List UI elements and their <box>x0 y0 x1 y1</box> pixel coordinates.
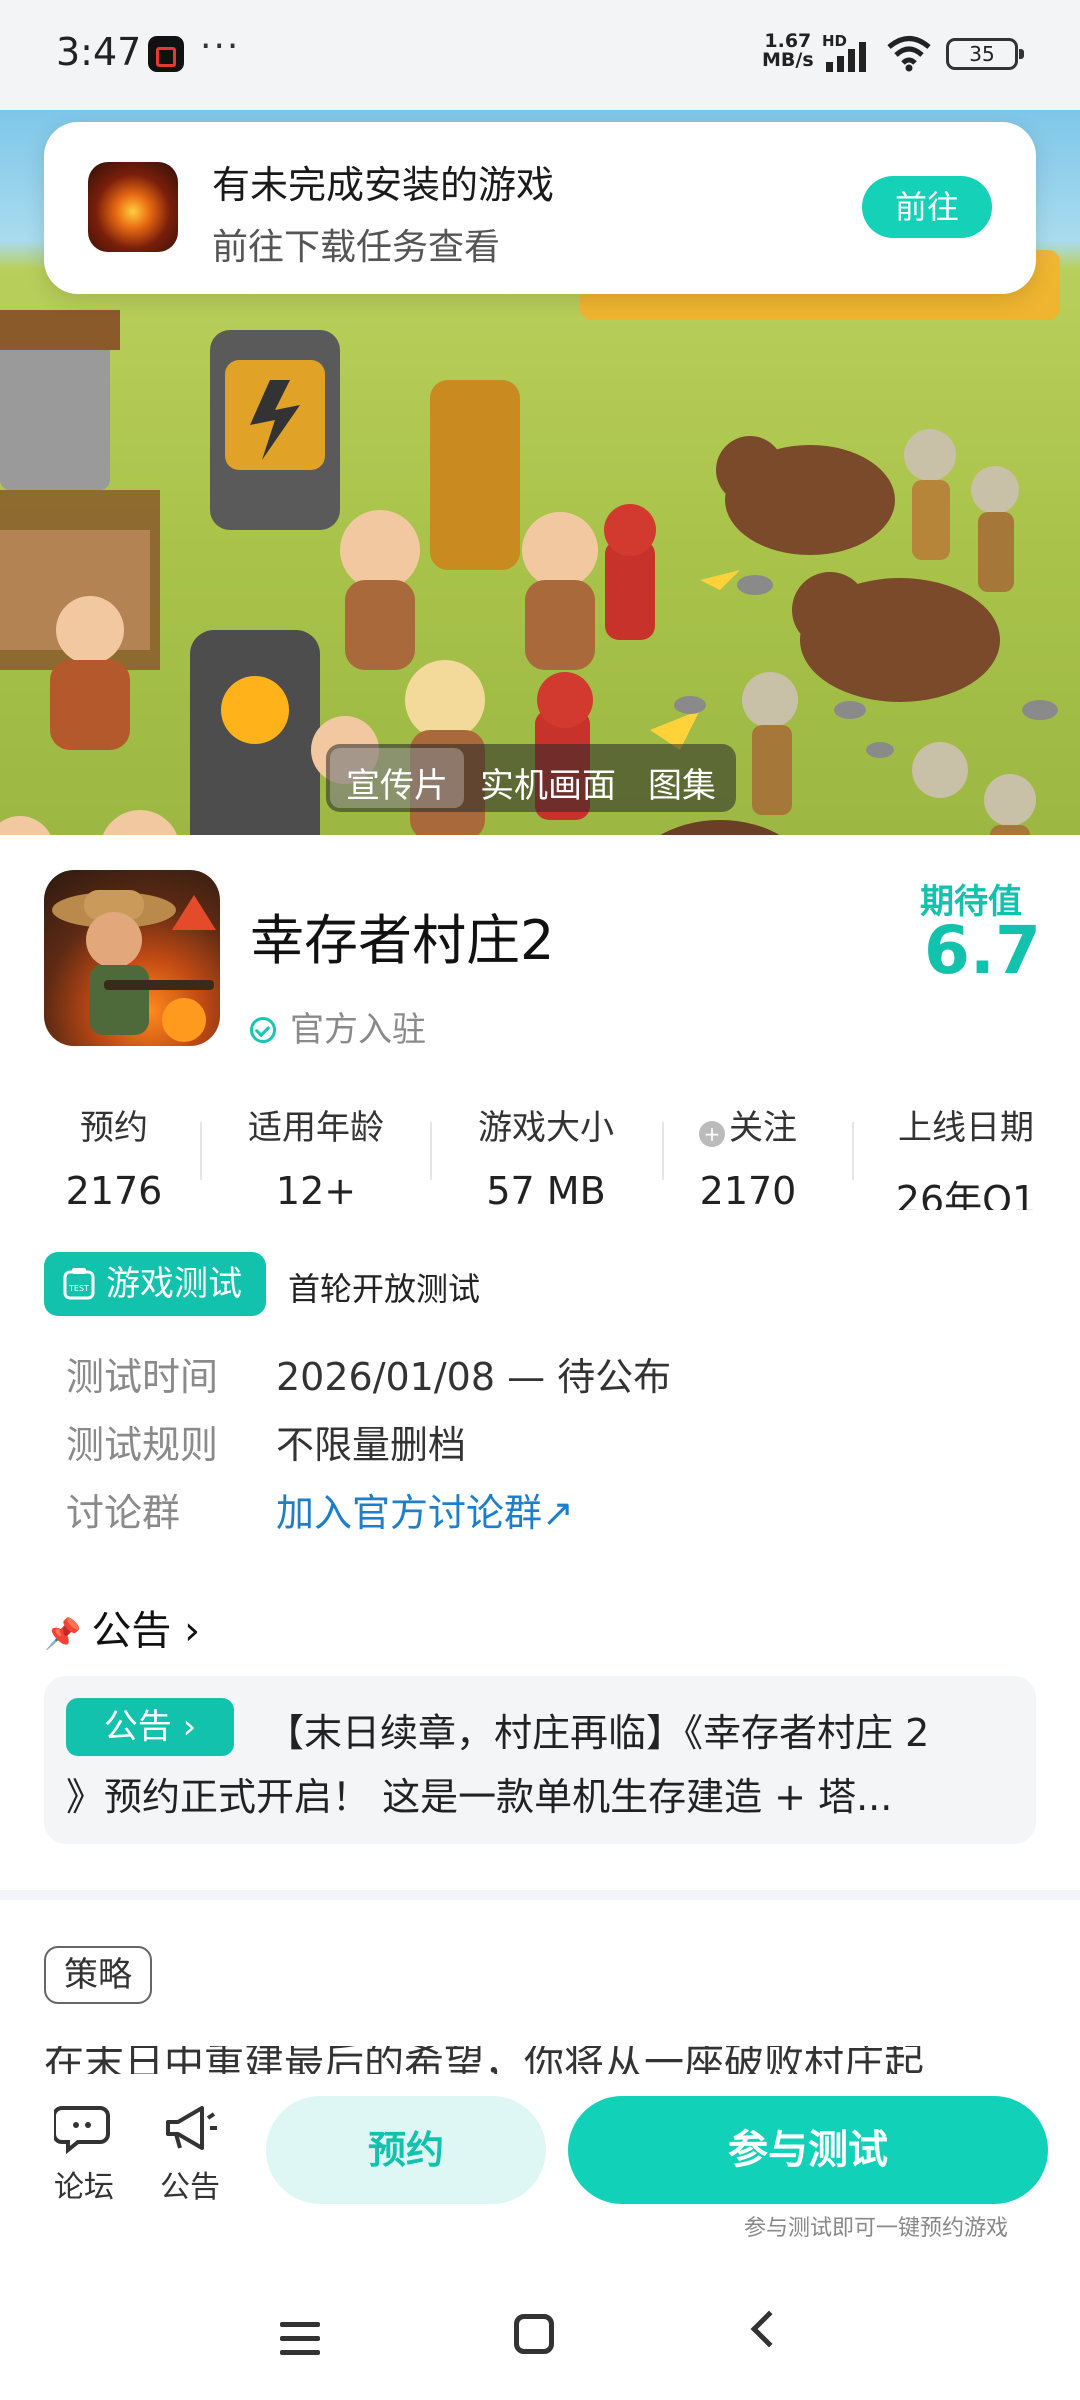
notice-label: 公告 <box>160 2170 220 2205</box>
status-bar: 3:47 ··· 1.67 MB/s HD 35 <box>0 0 1080 110</box>
verified-check-icon <box>250 1017 276 1043</box>
stat-reservations: 预约 2176 <box>14 1100 214 1210</box>
discussion-group-row: 讨论群 加入官方讨论群↗ <box>66 1482 574 1537</box>
stat-age-rating: 适用年龄 12+ <box>216 1100 416 1210</box>
stat-label-follow: + 关注 <box>648 1100 848 1149</box>
info-key: 测试规则 <box>66 1423 219 1467</box>
notification-title: 有未完成安装的游戏 <box>212 163 555 207</box>
info-value: 2026/01/08 — 待公布 <box>276 1355 672 1399</box>
stat-followers[interactable]: + 关注 2170 <box>648 1100 848 1210</box>
join-test-hint: 参与测试即可一键预约游戏 <box>744 2216 1009 2241</box>
tab-gameplay[interactable]: 实机画面 <box>464 748 632 808</box>
expectation-score: 6.7 <box>924 912 1041 989</box>
battery-icon: 35 <box>946 38 1024 70</box>
stat-value: 2170 <box>699 1169 797 1210</box>
test-icon-text: TEST <box>68 1284 89 1293</box>
stat-divider <box>430 1122 432 1180</box>
game-icon-artwork <box>52 890 216 1042</box>
stat-label-text: 关注 <box>729 1108 797 1148</box>
test-round-label: 首轮开放测试 <box>288 1270 481 1308</box>
announcement-line-1: 【末日续章，村庄再临】《幸存者村庄 2 <box>266 1711 930 1755</box>
megaphone-icon <box>166 2106 217 2150</box>
stat-label: 适用年龄 <box>248 1108 384 1148</box>
bottom-action-bar: 论坛 公告 预约 参与测试 <box>0 2074 1080 2274</box>
info-key: 测试时间 <box>66 1355 219 1399</box>
game-description-preview: 在末日中重建最后的希望，你将从一座破败村庄起 <box>44 2046 1044 2074</box>
forum-icon <box>54 2106 110 2154</box>
stat-value: 26年Q1 <box>895 1178 1037 1210</box>
forum-label: 论坛 <box>54 2170 114 2205</box>
genre-tag-strategy[interactable]: 策略 <box>44 1946 152 2004</box>
tab-trailer[interactable]: 宣传片 <box>330 748 464 808</box>
announcement-line-2: 》预约正式开启！ 这是一款单机生存建造 + 塔... <box>66 1775 893 1819</box>
screen-record-icon <box>148 36 184 72</box>
test-rule-row: 测试规则 不限量删档 <box>66 1414 466 1469</box>
media-tabs: 宣传片 实机画面 图集 <box>326 744 736 812</box>
more-notifications-icon: ··· <box>200 26 241 67</box>
stat-label: 游戏大小 <box>478 1108 614 1148</box>
tab-gallery[interactable]: 图集 <box>632 748 732 808</box>
go-button[interactable]: 前往 <box>862 176 992 238</box>
network-speed-unit: MB/s <box>762 49 814 71</box>
game-test-badge: TEST 游戏测试 <box>44 1252 266 1316</box>
stat-value: 57 MB <box>486 1169 606 1210</box>
stats-row: 预约 2176 适用年龄 12+ 游戏大小 57 MB + 关注 2170 上线日… <box>0 1100 1080 1210</box>
announcement-heading-text: 公告 › <box>91 1608 201 1654</box>
test-time-row: 测试时间 2026/01/08 — 待公布 <box>66 1346 671 1401</box>
back-icon[interactable] <box>750 2310 788 2348</box>
stat-value: 12+ <box>275 1169 357 1210</box>
notice-button[interactable]: 公告 <box>150 2102 230 2206</box>
announcement-tag: 公告 › <box>66 1698 234 1756</box>
home-icon[interactable] <box>514 2314 554 2354</box>
status-time: 3:47 <box>56 30 142 74</box>
announcement-header[interactable]: 📌 公告 › <box>44 1598 200 1656</box>
notification-subtitle: 前往下载任务查看 <box>212 227 501 268</box>
announcement-card[interactable]: 公告 › 【末日续章，村庄再临】《幸存者村庄 2 》预约正式开启！ 这是一款单机… <box>44 1676 1036 1844</box>
official-verified-label: 官方入驻 <box>250 1002 426 1051</box>
test-icon: TEST <box>63 1268 95 1300</box>
forum-button[interactable]: 论坛 <box>44 2102 124 2206</box>
heart-plus-icon: + <box>699 1121 725 1147</box>
recent-apps-icon[interactable] <box>280 2322 320 2364</box>
join-test-button[interactable]: 参与测试 <box>568 2096 1048 2204</box>
test-badge-text: 游戏测试 <box>106 1264 242 1304</box>
stat-value: 2176 <box>65 1169 163 1210</box>
verified-text: 官方入驻 <box>290 1010 426 1050</box>
pin-icon: 📌 <box>44 1617 82 1652</box>
join-group-link[interactable]: 加入官方讨论群↗ <box>276 1491 574 1535</box>
section-divider <box>0 1890 1080 1900</box>
stat-label: 上线日期 <box>898 1108 1034 1148</box>
stat-divider <box>852 1122 854 1180</box>
pending-game-icon <box>88 162 178 252</box>
system-nav-bar <box>0 2280 1080 2400</box>
stat-game-size: 游戏大小 57 MB <box>446 1100 646 1210</box>
stat-release-date: 上线日期 26年Q1 <box>866 1100 1066 1210</box>
install-notification[interactable]: 有未完成安装的游戏 前往下载任务查看 前往 <box>44 122 1036 294</box>
signal-icon <box>826 42 866 72</box>
info-value: 不限量删档 <box>276 1423 467 1467</box>
game-description-text: 在末日中重建最后的希望，你将从一座破败村庄起 <box>44 2046 924 2074</box>
game-app-icon <box>44 870 220 1046</box>
info-key: 讨论群 <box>66 1491 181 1535</box>
wifi-icon <box>887 36 931 72</box>
stat-label: 预约 <box>80 1108 148 1148</box>
stat-divider <box>200 1122 202 1180</box>
reserve-button[interactable]: 预约 <box>266 2096 546 2204</box>
network-speed: 1.67 MB/s <box>762 32 814 70</box>
game-title: 幸存者村庄2 <box>250 909 555 972</box>
